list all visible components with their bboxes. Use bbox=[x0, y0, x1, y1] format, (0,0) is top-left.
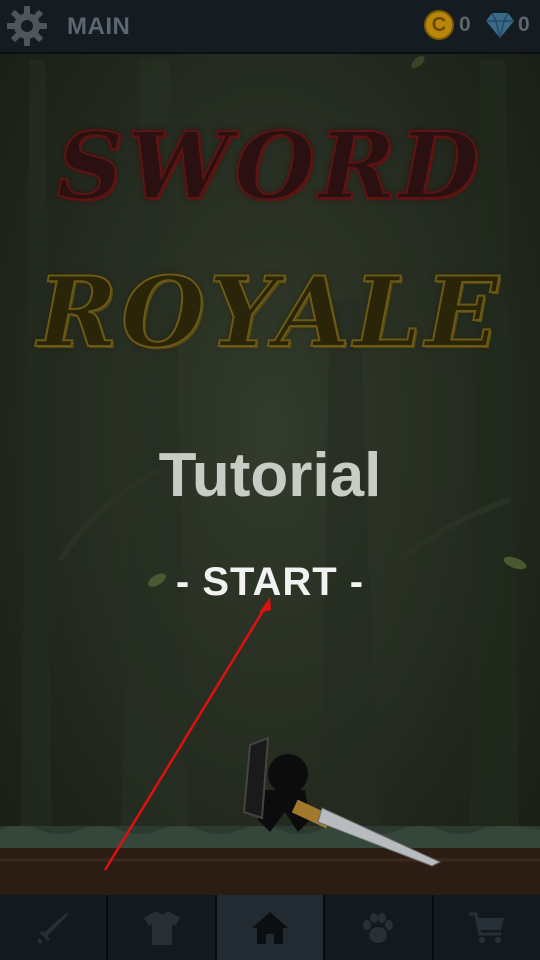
logo-title-line2: ROYALE bbox=[37, 255, 503, 370]
nav-item-pet[interactable] bbox=[325, 895, 434, 960]
gear-icon[interactable] bbox=[6, 5, 48, 47]
nav-item-sword[interactable] bbox=[0, 895, 109, 960]
paw-icon bbox=[363, 912, 394, 943]
sword-icon bbox=[37, 912, 69, 944]
bottom-nav bbox=[0, 895, 540, 960]
logo-title-line1: SWORD bbox=[56, 111, 484, 221]
home-icon bbox=[252, 911, 289, 944]
nav-item-home[interactable] bbox=[216, 895, 326, 960]
gem-icon bbox=[486, 12, 514, 39]
shirt-icon bbox=[143, 910, 180, 945]
screen-title: MAIN bbox=[67, 13, 131, 40]
nav-item-shop[interactable] bbox=[433, 895, 540, 960]
gem-count: 0 bbox=[518, 13, 530, 36]
game-screen: MAIN C 0 0 SWORD ROYALE Tutorial - START… bbox=[0, 0, 540, 960]
top-bar: MAIN C 0 0 bbox=[0, 0, 540, 54]
coin-count: 0 bbox=[459, 13, 471, 36]
start-button[interactable]: - START - bbox=[0, 560, 540, 605]
cart-icon bbox=[468, 912, 504, 943]
nav-item-shirt[interactable] bbox=[108, 895, 217, 960]
coin-icon: C bbox=[424, 10, 454, 40]
mode-label: Tutorial bbox=[158, 441, 382, 510]
